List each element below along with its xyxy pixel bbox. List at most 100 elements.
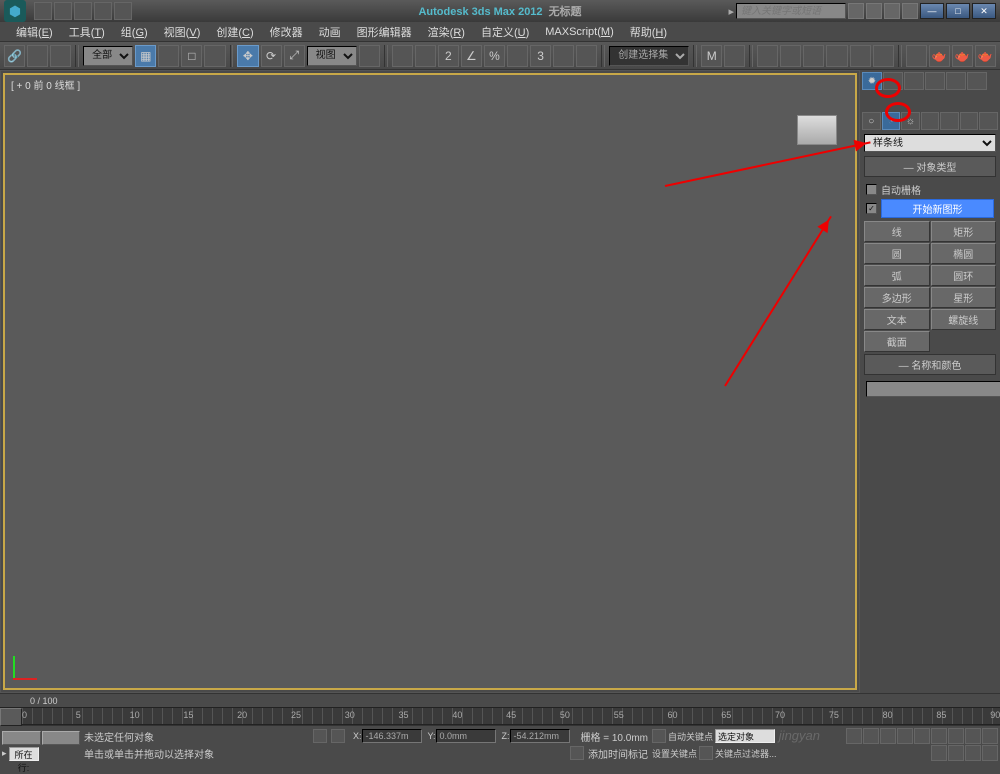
qat-new-icon[interactable]: [34, 2, 52, 20]
category-dropdown[interactable]: 样条线: [864, 134, 996, 152]
snap-2d-icon[interactable]: 2: [438, 45, 459, 67]
curve-editor-icon[interactable]: [780, 45, 801, 67]
selected-object-input[interactable]: [715, 729, 775, 743]
menu-animation[interactable]: 动画: [311, 22, 349, 42]
obj-helix-button[interactable]: 螺旋线: [931, 309, 997, 330]
play-icon[interactable]: [880, 728, 896, 744]
schematic-icon[interactable]: [803, 45, 824, 67]
viewport-label[interactable]: [ + 0 前 0 线框 ]: [11, 77, 80, 92]
rollout-name-color[interactable]: — 名称和颜色: [864, 354, 996, 375]
maximize-button[interactable]: □: [946, 3, 970, 19]
favorites-icon[interactable]: [884, 3, 900, 19]
link-icon[interactable]: 🔗: [4, 45, 25, 67]
start-new-shape-button[interactable]: 开始新图形: [881, 199, 994, 218]
align-icon[interactable]: [724, 45, 745, 67]
menu-group[interactable]: 组(G): [113, 22, 156, 42]
menu-help[interactable]: 帮助(H): [622, 22, 675, 42]
display-tab-icon[interactable]: [946, 72, 966, 90]
z-coord-input[interactable]: [510, 729, 570, 743]
help-search-input[interactable]: [736, 3, 846, 19]
teapot3-icon[interactable]: 🫖: [975, 45, 996, 67]
select-move-icon[interactable]: ✥: [237, 45, 258, 67]
zoom-all-icon[interactable]: [965, 728, 981, 744]
snap-percent-icon[interactable]: %: [484, 45, 505, 67]
qat-open-icon[interactable]: [54, 2, 72, 20]
menu-rendering[interactable]: 渲染(R): [420, 22, 473, 42]
menu-customize[interactable]: 自定义(U): [473, 22, 537, 42]
obj-star-button[interactable]: 星形: [931, 287, 997, 308]
select-rotate-icon[interactable]: ⟳: [261, 45, 282, 67]
time-slider[interactable]: 0 5 10 15 20 25 30 35 40 45 50 55 60 65 …: [0, 707, 1000, 725]
unlink-icon[interactable]: [27, 45, 48, 67]
y-coord-input[interactable]: [436, 729, 496, 743]
render-frame-icon[interactable]: [873, 45, 894, 67]
pan-icon[interactable]: [931, 728, 947, 744]
geometry-subtab-icon[interactable]: ○: [862, 112, 881, 130]
obj-line-button[interactable]: 线: [864, 221, 930, 242]
zoom-region-icon[interactable]: [965, 745, 981, 761]
goto-start-icon[interactable]: [846, 728, 862, 744]
menu-create[interactable]: 创建(C): [208, 22, 261, 42]
app-menu-button[interactable]: ⬢: [4, 0, 26, 22]
render-setup-icon[interactable]: [850, 45, 871, 67]
obj-circle-button[interactable]: 圆: [864, 243, 930, 264]
rollout-object-type[interactable]: — 对象类型: [864, 156, 996, 177]
add-time-marker-label[interactable]: 添加时间标记: [588, 746, 648, 761]
select-icon[interactable]: ▦: [135, 45, 156, 67]
key-icon[interactable]: [652, 729, 666, 743]
prev-frame-icon[interactable]: [863, 728, 879, 744]
hierarchy-tab-icon[interactable]: [904, 72, 924, 90]
orbit-icon[interactable]: [931, 745, 947, 761]
selection-filter-dropdown[interactable]: 全部: [83, 46, 133, 66]
teapot2-icon[interactable]: 🫖: [952, 45, 973, 67]
lock-icon[interactable]: [313, 729, 327, 743]
setkey-label[interactable]: 设置关键点: [652, 747, 697, 760]
helpers-subtab-icon[interactable]: [940, 112, 959, 130]
menu-modifiers[interactable]: 修改器: [262, 22, 311, 42]
max-toggle-icon[interactable]: [982, 745, 998, 761]
crosshair-icon[interactable]: [331, 729, 345, 743]
material-editor-icon[interactable]: [826, 45, 847, 67]
ref-coord-dropdown[interactable]: 视图: [307, 46, 357, 66]
anim-mode1-button[interactable]: [2, 731, 41, 745]
fov-icon[interactable]: [982, 728, 998, 744]
obj-arc-button[interactable]: 弧: [864, 265, 930, 286]
autokey-label[interactable]: 自动关键点: [668, 730, 713, 743]
snap-angle-icon[interactable]: ∠: [461, 45, 482, 67]
render-production-icon[interactable]: [906, 45, 927, 67]
systems-subtab-icon[interactable]: [979, 112, 998, 130]
time-tag-icon[interactable]: [570, 746, 584, 760]
minimize-button[interactable]: —: [920, 3, 944, 19]
snap-3d-icon[interactable]: 3: [530, 45, 551, 67]
object-name-input[interactable]: [866, 381, 1000, 397]
teapot1-icon[interactable]: 🫖: [929, 45, 950, 67]
anim-mode2-button[interactable]: [42, 731, 81, 745]
time-ruler[interactable]: 0 5 10 15 20 25 30 35 40 45 50 55 60 65 …: [22, 708, 1000, 724]
qat-undo-icon[interactable]: [94, 2, 112, 20]
motion-tab-icon[interactable]: [925, 72, 945, 90]
obj-rectangle-button[interactable]: 矩形: [931, 221, 997, 242]
search-icon[interactable]: [866, 3, 882, 19]
obj-ellipse-button[interactable]: 椭圆: [931, 243, 997, 264]
obj-section-button[interactable]: 截面: [864, 331, 930, 352]
menu-tools[interactable]: 工具(T): [61, 22, 113, 42]
menu-views[interactable]: 视图(V): [156, 22, 209, 42]
autogrid-checkbox[interactable]: [866, 184, 877, 195]
utilities-tab-icon[interactable]: [967, 72, 987, 90]
qat-redo-icon[interactable]: [114, 2, 132, 20]
goto-end-icon[interactable]: [914, 728, 930, 744]
setkey-icon[interactable]: [699, 746, 713, 760]
viewport-front[interactable]: [ + 0 前 0 线框 ]: [3, 73, 857, 690]
infocenter-icon[interactable]: [848, 3, 864, 19]
obj-text-button[interactable]: 文本: [864, 309, 930, 330]
qat-save-icon[interactable]: [74, 2, 92, 20]
keyboard-shortcut-icon[interactable]: [415, 45, 436, 67]
view-cube[interactable]: [797, 115, 837, 145]
spacewarps-subtab-icon[interactable]: [960, 112, 979, 130]
manipulate-icon[interactable]: [392, 45, 413, 67]
mirror-icon[interactable]: M: [701, 45, 722, 67]
startshape-checkbox[interactable]: ✓: [866, 203, 877, 214]
next-frame-icon[interactable]: [897, 728, 913, 744]
keyfilter-button[interactable]: 关键点过滤器...: [715, 747, 777, 760]
zoom-ext-icon[interactable]: [948, 745, 964, 761]
